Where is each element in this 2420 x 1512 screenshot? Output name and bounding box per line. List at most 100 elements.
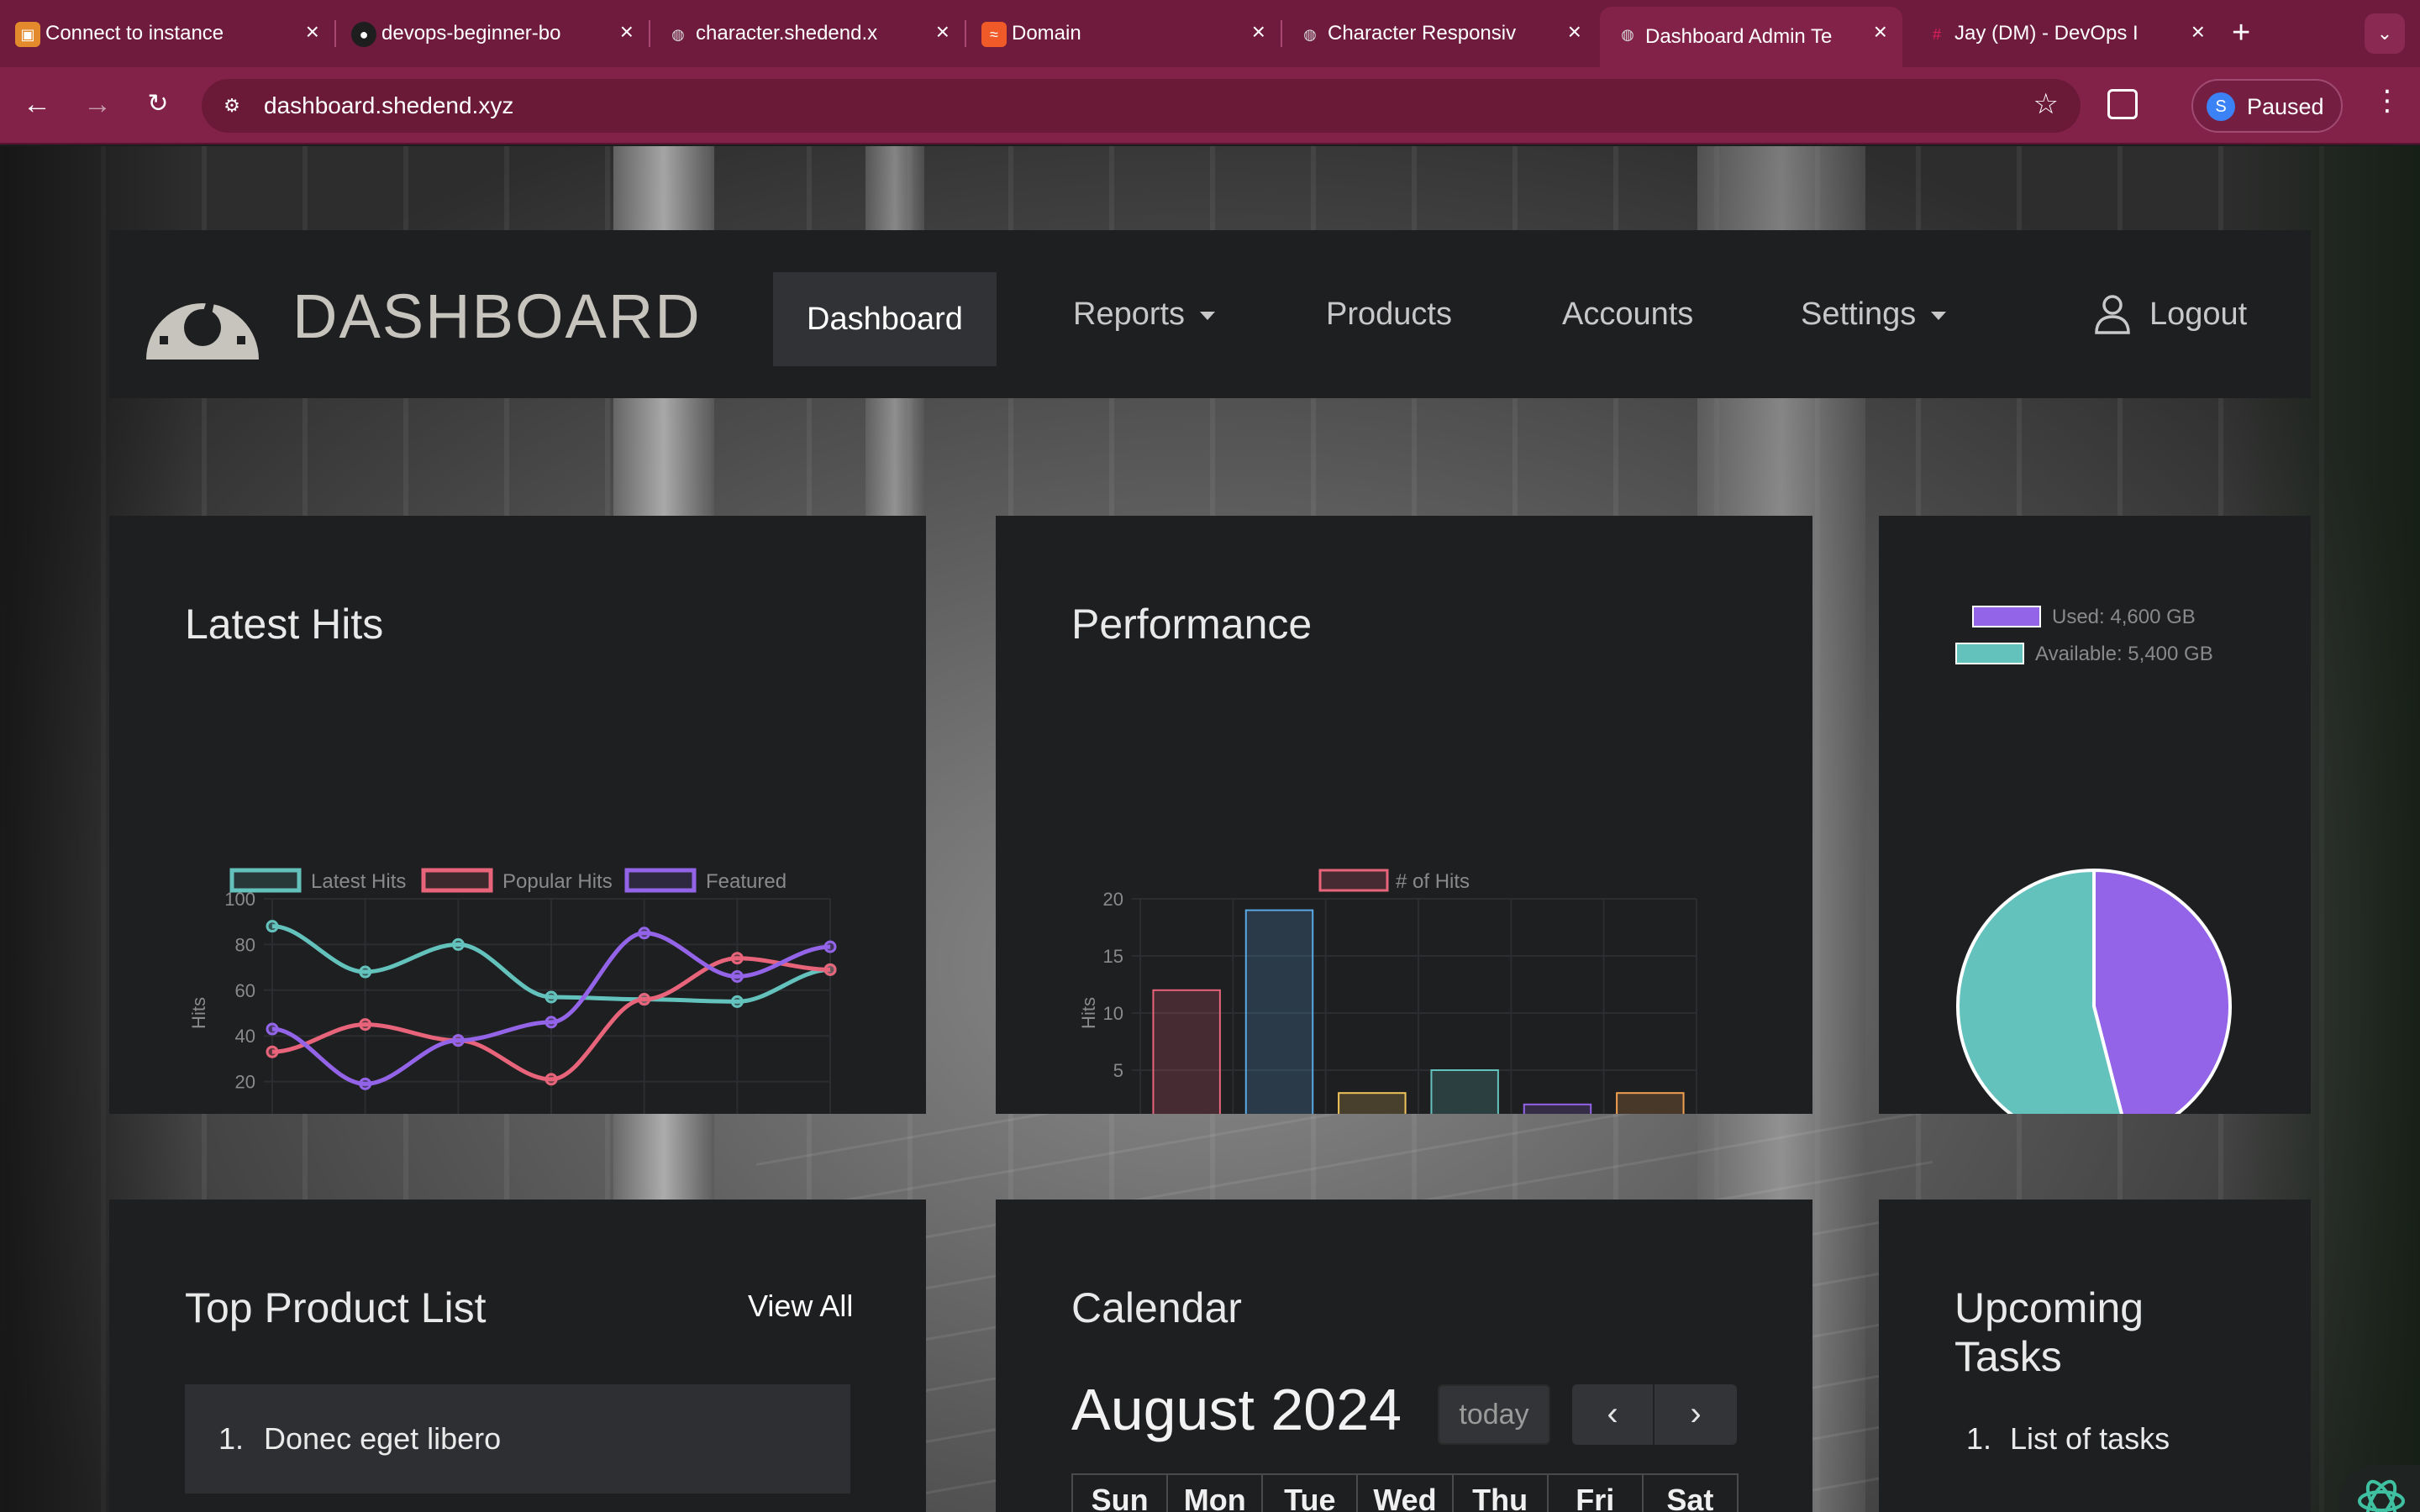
data-point <box>544 1016 558 1029</box>
data-point <box>730 952 744 965</box>
weekday-label: Sat <box>1666 1483 1714 1512</box>
bar <box>1430 1069 1499 1114</box>
y-tick-label: 5 <box>1113 1060 1123 1081</box>
data-point <box>266 920 279 933</box>
forward-arrow-icon[interactable]: → <box>77 84 118 124</box>
y-tick-label: 20 <box>1103 889 1123 910</box>
close-tab-icon[interactable]: × <box>2191 18 2205 45</box>
pie-slice <box>2092 868 2232 1114</box>
new-tab-icon[interactable]: + <box>2232 15 2250 51</box>
caret-down-icon <box>1931 311 1947 320</box>
bookmark-star-icon[interactable]: ☆ <box>2033 87 2059 121</box>
top-products-card: Top Product List View All 1. Donec eget … <box>109 1200 926 1512</box>
bar <box>1616 1092 1685 1114</box>
view-all-link[interactable]: View All <box>748 1289 853 1324</box>
nav-label: Logout <box>2149 297 2248 332</box>
data-point <box>638 927 651 940</box>
tab-title: Domain <box>1012 22 1081 45</box>
weekday-label: Thu <box>1454 1475 1549 1512</box>
tab-title: character.shedend.x <box>696 22 878 45</box>
close-tab-icon[interactable]: × <box>1874 18 1887 45</box>
globe-icon: ◍ <box>671 25 685 43</box>
tab-search-chevron-icon[interactable]: ⌄ <box>2365 13 2405 54</box>
prev-month-button[interactable]: ‹ <box>1572 1384 1655 1445</box>
legend-label: Available: 5,400 GB <box>2035 643 2213 665</box>
back-arrow-icon[interactable]: ← <box>17 84 57 124</box>
calendar-card: Calendar August 2024 today ‹ › Sun Mon T… <box>996 1200 1812 1512</box>
bar <box>1523 1103 1592 1114</box>
storage-card: Used: 4,600 GB Available: 5,400 GB <box>1879 516 2311 1114</box>
profile-button[interactable]: S Paused <box>2191 79 2343 133</box>
nav-logout[interactable]: Logout <box>2149 230 2247 398</box>
today-button[interactable]: today <box>1438 1384 1550 1445</box>
data-point <box>823 940 837 953</box>
extensions-icon[interactable] <box>2107 89 2138 119</box>
brand-title[interactable]: DASHBOARD <box>292 281 702 352</box>
close-tab-icon[interactable]: × <box>1568 18 1581 45</box>
chevron-left-icon: ‹ <box>1607 1395 1618 1432</box>
site-info-icon[interactable]: ⚙ <box>217 91 247 121</box>
data-point <box>544 1073 558 1086</box>
browser-tab-active[interactable]: ◍ Dashboard Admin Te × <box>1600 7 1902 67</box>
weekday-label: Mon <box>1168 1475 1264 1512</box>
nav-accounts[interactable]: Accounts <box>1562 230 1693 398</box>
chevron-right-icon: › <box>1690 1395 1702 1432</box>
nav-settings[interactable]: Settings <box>1801 230 1947 398</box>
browser-tab[interactable]: ▣ Connect to instance × <box>0 0 334 67</box>
legend-label: Featured <box>706 870 786 893</box>
card-title: Top Product List <box>185 1284 487 1331</box>
performance-chart[interactable]: 05101520Hits# of HitsRedBlueYellowGreenP… <box>996 516 1812 1114</box>
y-tick-label: 40 <box>235 1026 255 1047</box>
storage-pie-chart[interactable]: Used: 4,600 GB Available: 5,400 GB <box>1879 516 2311 1114</box>
upcoming-tasks-card: Upcoming Tasks 1. List of tasks <box>1879 1200 2311 1512</box>
weekday-label: Tue <box>1263 1475 1359 1512</box>
latest-hits-card: Latest Hits 020406080100JanuaryMarchMayJ… <box>109 516 926 1114</box>
list-item[interactable]: 1. Donec eget libero <box>185 1384 850 1494</box>
close-tab-icon[interactable]: × <box>620 18 634 45</box>
browser-tab[interactable]: # Jay (DM) - DevOps I × <box>1909 0 2220 67</box>
legend-swatch <box>229 868 302 893</box>
browser-tab[interactable]: ● devops-beginner-bo × <box>336 0 649 67</box>
gauge-logo-icon <box>146 281 259 360</box>
data-point <box>451 1034 465 1047</box>
tab-title: Jay (DM) - DevOps I <box>1954 22 2139 45</box>
nav-dashboard[interactable]: Dashboard <box>773 272 997 366</box>
data-point <box>451 937 465 951</box>
assistant-button[interactable] <box>2339 1465 2420 1512</box>
browser-tab[interactable]: ◍ character.shedend.x × <box>650 0 965 67</box>
reload-icon[interactable]: ↻ <box>138 84 178 124</box>
bar <box>1244 909 1314 1114</box>
calendar-weekday-header: Sun Mon Tue Wed Thu Fri Sat <box>1071 1473 1739 1512</box>
profile-status: Paused <box>2247 94 2324 119</box>
close-tab-icon[interactable]: × <box>306 18 319 45</box>
address-bar[interactable]: ⚙ dashboard.shedend.xyz ☆ <box>202 79 2081 133</box>
y-tick-label: 10 <box>1103 1003 1123 1024</box>
github-icon: ● <box>351 22 376 47</box>
avatar: S <box>2207 92 2235 121</box>
latest-hits-chart[interactable]: 020406080100JanuaryMarchMayJulyHitsLates… <box>109 516 926 1114</box>
data-point <box>823 963 837 976</box>
bar <box>1338 1092 1407 1114</box>
list-item[interactable]: 1. List of tasks <box>1966 1421 2170 1457</box>
nav-reports[interactable]: Reports <box>1073 230 1216 398</box>
nav-products[interactable]: Products <box>1326 230 1452 398</box>
legend-label: Popular Hits <box>502 870 613 893</box>
tab-title: devops-beginner-bo <box>381 22 561 45</box>
user-icon <box>2095 295 2130 334</box>
next-month-button[interactable]: › <box>1655 1384 1737 1445</box>
domain-provider-icon: ≈ <box>981 22 1007 47</box>
data-point <box>544 990 558 1004</box>
browser-tab[interactable]: ≈ Domain × <box>966 0 1281 67</box>
url-text[interactable]: dashboard.shedend.xyz <box>264 92 513 119</box>
weekday-label: Fri <box>1549 1475 1644 1512</box>
legend-swatch <box>421 868 493 893</box>
browser-tab[interactable]: ◍ Character Responsiv × <box>1282 0 1597 67</box>
browser-menu-icon[interactable]: ⋮ <box>2373 84 2402 118</box>
legend-swatch <box>1318 869 1389 892</box>
data-point <box>359 965 372 979</box>
product-name: Donec eget libero <box>264 1421 502 1456</box>
close-tab-icon[interactable]: × <box>1252 18 1265 45</box>
data-point <box>266 1045 279 1058</box>
ai-assistant-icon <box>2358 1479 2405 1512</box>
close-tab-icon[interactable]: × <box>936 18 950 45</box>
